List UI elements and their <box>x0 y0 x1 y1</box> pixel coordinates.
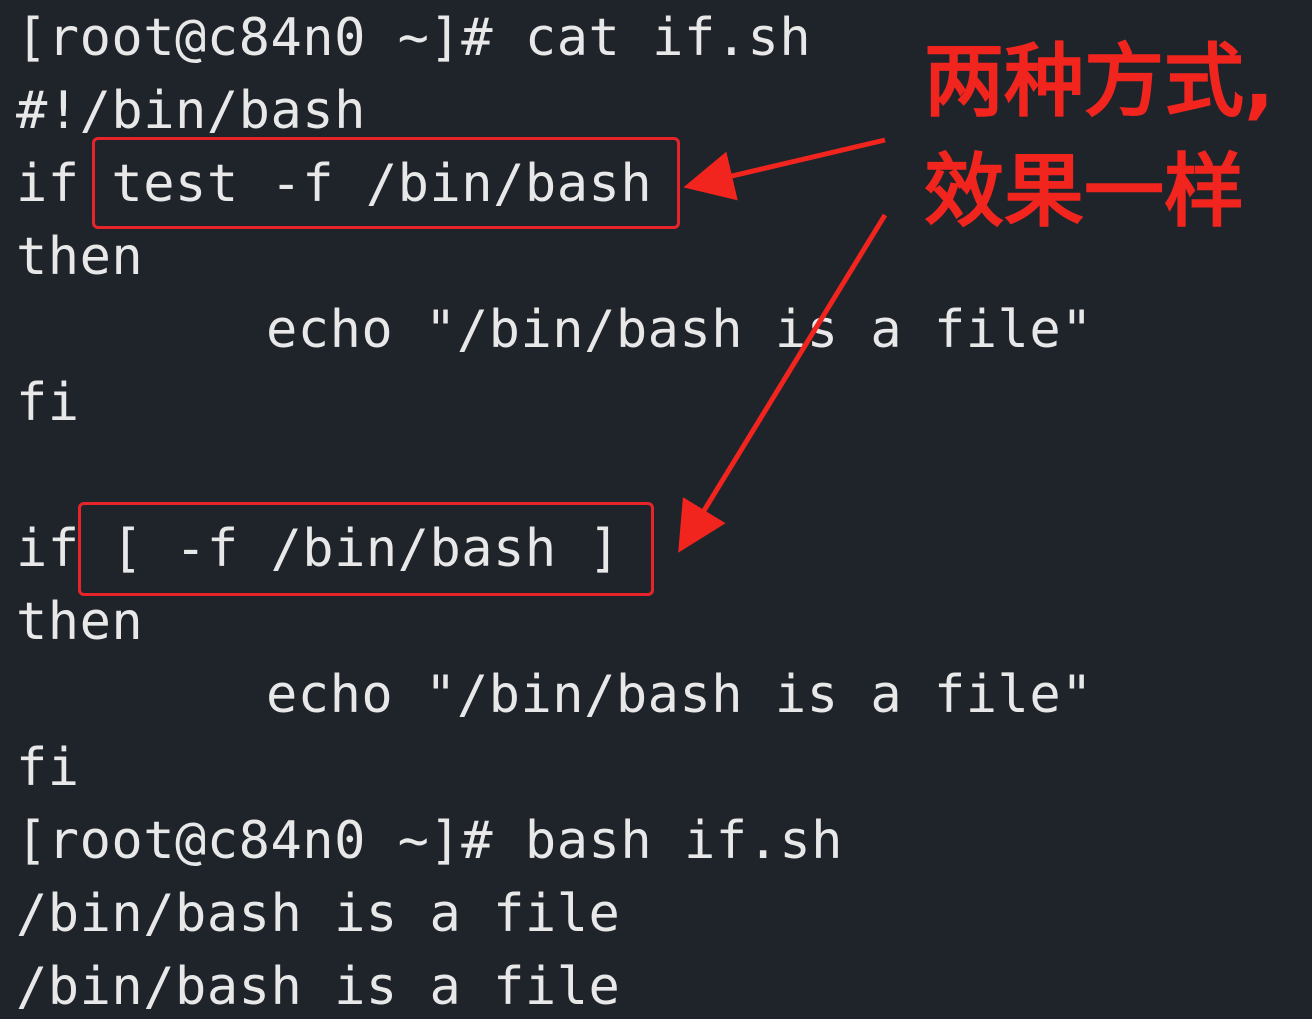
annotation-note-line-2: 效果一样 <box>924 145 1244 238</box>
terminal-line-12: [root@c84n0 ~]# bash if.sh <box>16 811 843 871</box>
terminal-line-4: then <box>16 227 144 287</box>
bracket-test-highlight-box <box>78 502 654 596</box>
terminal-line-10: echo "/bin/bash is a file" <box>266 665 1093 725</box>
terminal-window[interactable]: [root@c84n0 ~]# cat if.sh #!/bin/bash if… <box>0 0 1312 1017</box>
terminal-line-11: fi <box>16 738 80 798</box>
terminal-line-1: [root@c84n0 ~]# cat if.sh <box>16 8 812 68</box>
arrow-to-test-command <box>683 137 886 201</box>
annotation-note-line-1: 两种方式, <box>924 35 1275 128</box>
terminal-line-5: echo "/bin/bash is a file" <box>266 300 1093 360</box>
terminal-line-9: then <box>16 592 144 652</box>
test-command-highlight-box <box>92 137 680 229</box>
arrow-to-bracket-test <box>678 213 888 553</box>
terminal-line-2: #!/bin/bash <box>16 81 366 141</box>
terminal-line-13: /bin/bash is a file <box>16 884 621 944</box>
terminal-line-6: fi <box>16 373 80 433</box>
terminal-line-14: /bin/bash is a file <box>16 957 621 1017</box>
